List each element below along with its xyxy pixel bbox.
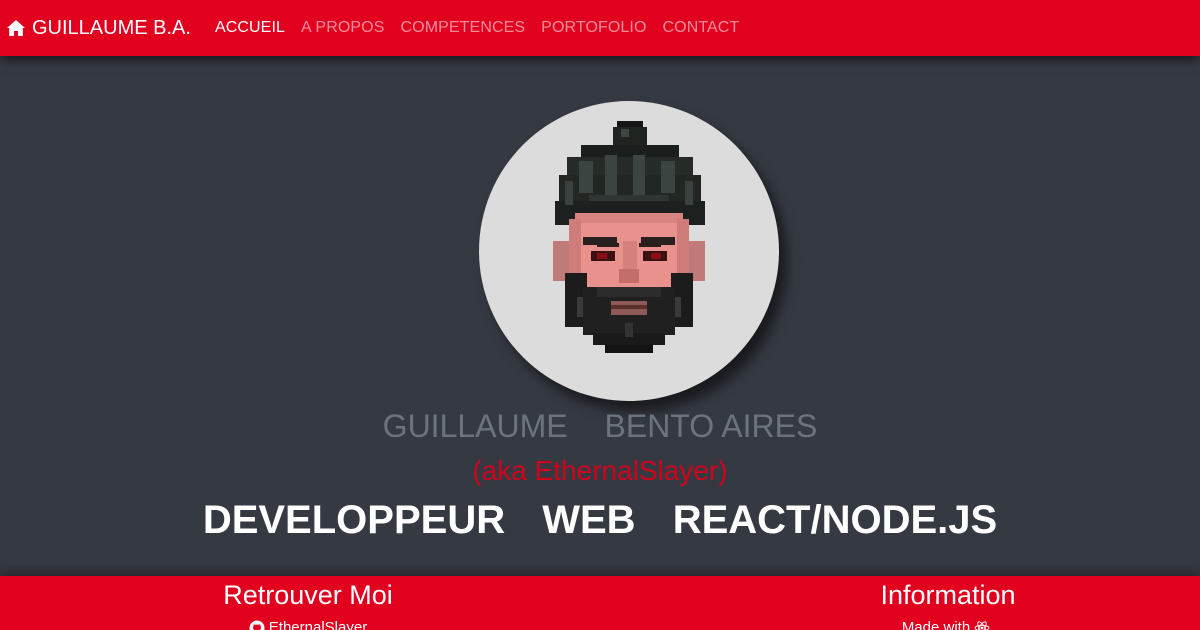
full-name: GUILLAUME BENTO AIRES <box>0 408 1200 445</box>
footer-social: Retrouver Moi EthernalSlayer <box>8 576 608 630</box>
first-name: GUILLAUME <box>382 408 568 444</box>
job-title-word: DEVELOPPEUR <box>202 498 506 542</box>
nav-link-portofolio[interactable]: PORTOFOLIO <box>541 19 646 37</box>
home-icon <box>7 20 25 36</box>
footer-information-heading: Information <box>880 580 1016 610</box>
nav-link-a-propos[interactable]: A PROPOS <box>301 19 385 37</box>
github-link[interactable]: EthernalSlayer <box>8 619 608 630</box>
navbar: GUILLAUME B.A. ACCUEIL A PROPOS COMPETEN… <box>0 0 1200 56</box>
brand-label: GUILLAUME B.A. <box>32 16 191 39</box>
made-with: Made with <box>648 619 1200 630</box>
react-icon <box>974 620 990 630</box>
brand-link[interactable]: GUILLAUME B.A. <box>6 17 191 40</box>
job-title-word: WEB <box>542 498 636 542</box>
github-username: EthernalSlayer <box>268 619 368 630</box>
hero-section: GUILLAUME BENTO AIRES (aka EthernalSlaye… <box>0 56 1200 576</box>
nav-links: ACCUEIL A PROPOS COMPETENCES PORTOFOLIO … <box>215 19 755 37</box>
pixel-art-avatar <box>553 121 705 353</box>
nav-link-accueil[interactable]: ACCUEIL <box>215 19 285 37</box>
avatar <box>479 101 779 401</box>
job-title-word: REACT/NODE.JS <box>672 498 998 542</box>
github-icon <box>249 620 265 630</box>
nav-link-contact[interactable]: CONTACT <box>663 19 740 37</box>
made-with-label: Made with <box>901 619 971 630</box>
nav-link-competences[interactable]: COMPETENCES <box>401 19 526 37</box>
job-title: DEVELOPPEUR WEB REACT/NODE.JS <box>0 498 1200 543</box>
footer-social-heading: Retrouver Moi <box>223 580 393 610</box>
footer-information: Information Made with <box>648 576 1200 630</box>
last-name: BENTO AIRES <box>604 408 818 444</box>
footer: Retrouver Moi EthernalSlayer Information… <box>0 576 1200 630</box>
alias: (aka EthernalSlayer) <box>472 455 728 486</box>
